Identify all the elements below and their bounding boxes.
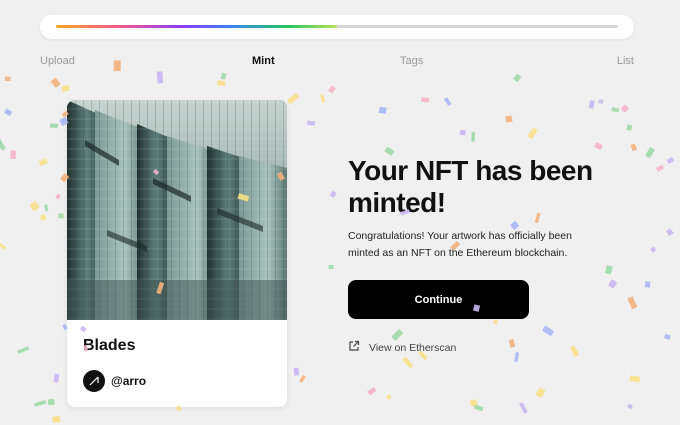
etherscan-label: View on Etherscan xyxy=(369,341,457,354)
confetti-piece xyxy=(620,104,630,113)
confetti-piece xyxy=(53,373,60,383)
confetti-piece xyxy=(29,201,40,212)
confetti-piece xyxy=(656,164,665,172)
confetti-piece xyxy=(541,325,555,337)
confetti-piece xyxy=(306,120,316,126)
confetti-piece xyxy=(49,123,59,128)
confetti-piece xyxy=(469,398,478,407)
confetti-piece xyxy=(604,265,613,275)
confetti-piece xyxy=(493,319,498,324)
arrow-logo-icon xyxy=(83,370,105,392)
confetti-piece xyxy=(421,97,430,103)
confetti-piece xyxy=(329,190,337,198)
confetti-piece xyxy=(607,279,618,289)
confetti-piece xyxy=(0,139,3,147)
step-list[interactable]: List xyxy=(617,55,634,67)
confetti-piece xyxy=(513,73,522,83)
confetti-piece xyxy=(328,264,334,270)
confetti-piece xyxy=(55,193,61,200)
confetti-piece xyxy=(298,374,306,383)
confetti-piece xyxy=(626,124,633,132)
confetti-piece xyxy=(58,213,64,219)
confetti-piece xyxy=(17,346,30,354)
confetti-piece xyxy=(39,214,47,221)
confetti-piece xyxy=(4,76,11,82)
confetti-piece xyxy=(514,352,520,362)
confetti-piece xyxy=(627,403,633,410)
confetti-piece xyxy=(473,404,484,412)
confetti-piece xyxy=(459,129,466,136)
confetti-piece xyxy=(293,367,300,376)
confetti-piece xyxy=(588,100,595,109)
confetti-piece xyxy=(220,72,227,80)
confetti-piece xyxy=(611,107,620,113)
view-on-etherscan-link[interactable]: View on Etherscan xyxy=(348,340,456,355)
confetti-piece xyxy=(51,415,61,424)
confetti-piece xyxy=(61,84,70,93)
page-title: Your NFT has been minted! xyxy=(348,155,593,218)
creator[interactable]: @arro xyxy=(83,370,146,392)
continue-button[interactable]: Continue xyxy=(348,280,529,319)
confetti-piece xyxy=(378,106,387,115)
confetti-piece xyxy=(4,108,13,117)
confetti-piece xyxy=(320,94,326,103)
confetti-piece xyxy=(386,394,392,400)
confetti-piece xyxy=(569,345,580,357)
confetti-piece xyxy=(402,356,414,369)
confetti-piece xyxy=(0,138,6,151)
confetti-piece xyxy=(367,386,377,396)
confetti-piece xyxy=(505,115,513,123)
confetti-piece xyxy=(156,71,164,84)
confetti-piece xyxy=(0,242,7,250)
confetti-piece xyxy=(50,77,61,88)
confetti-piece xyxy=(650,246,657,253)
confetti-piece xyxy=(527,127,538,140)
external-link-icon xyxy=(348,340,360,355)
confetti-piece xyxy=(665,228,674,237)
confetti-piece xyxy=(630,143,637,152)
confetti-piece xyxy=(38,158,48,166)
progress-fill xyxy=(56,25,337,28)
confetti-piece xyxy=(535,387,546,398)
confetti-piece xyxy=(471,131,476,142)
nft-artwork xyxy=(67,100,287,320)
confetti-piece xyxy=(645,146,655,159)
creator-name: @arro xyxy=(111,374,147,388)
confetti-piece xyxy=(443,97,452,107)
confetti-piece xyxy=(328,85,336,94)
nft-card: Blades @arro xyxy=(67,100,287,407)
success-description: Congratulations! Your artwork has offici… xyxy=(348,230,572,259)
confetti-piece xyxy=(217,80,226,86)
step-labels: Upload Mint Tags List xyxy=(40,55,634,69)
confetti-piece xyxy=(594,142,603,151)
progress-track xyxy=(56,25,618,28)
confetti-piece xyxy=(287,92,300,105)
confetti-piece xyxy=(627,296,638,310)
confetti-piece xyxy=(33,400,47,407)
confetti-piece xyxy=(10,150,16,159)
confetti-piece xyxy=(598,99,604,104)
confetti-piece xyxy=(664,333,671,340)
progress-bar xyxy=(40,15,634,39)
step-mint[interactable]: Mint xyxy=(252,55,275,67)
confetti-piece xyxy=(44,204,49,212)
confetti-piece xyxy=(629,375,641,383)
confetti-piece xyxy=(644,281,651,288)
confetti-piece xyxy=(508,339,516,348)
confetti-piece xyxy=(666,157,675,165)
nft-title: Blades xyxy=(83,337,136,354)
confetti-piece xyxy=(519,402,528,414)
step-upload[interactable]: Upload xyxy=(40,55,75,67)
confetti-piece xyxy=(47,398,55,406)
step-tags[interactable]: Tags xyxy=(400,55,423,67)
